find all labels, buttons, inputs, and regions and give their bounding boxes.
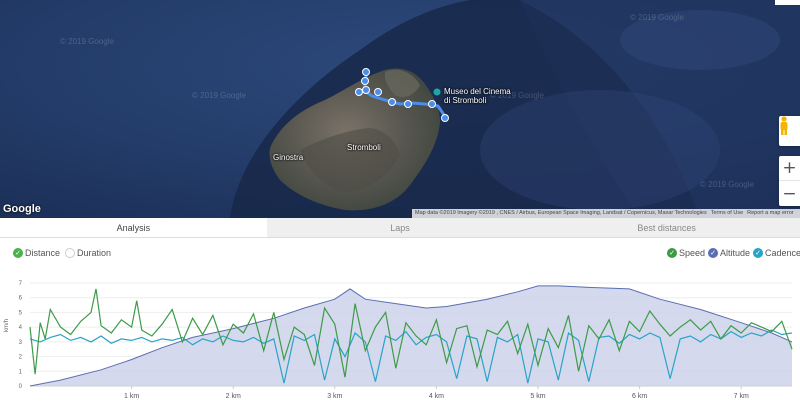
route-marker[interactable]: [361, 77, 369, 85]
y-tick-label: 7: [19, 281, 23, 287]
toggle-altitude-label: Altitude: [720, 248, 751, 258]
tab-analysis[interactable]: Analysis: [0, 218, 267, 237]
route-marker[interactable]: [404, 100, 412, 108]
activity-chart[interactable]: 0 1 2 3 4 5 6 7 1 km 2 km 3 km 4 km 5 km 6 km 7 km km…: [0, 270, 800, 413]
route-marker[interactable]: [362, 68, 370, 76]
route-marker[interactable]: [441, 114, 449, 122]
tab-laps[interactable]: Laps: [266, 218, 534, 237]
map-watermark: © 2019 Google: [700, 180, 754, 189]
x-axis-ticks: 1 km 2 km 3 km 4 km 5 km 6 km 7 km: [124, 386, 749, 400]
toggle-cadence[interactable]: ✓ Cadence: [753, 248, 800, 258]
google-logo: Google: [3, 203, 41, 215]
map-data-credit: Map data ©2019 Imagery ©2019 , CNES / Ai…: [415, 210, 707, 216]
toggle-distance-label: Distance: [25, 248, 61, 258]
toggle-distance[interactable]: ✓ Distance: [13, 248, 60, 258]
y-tick-label: 0: [19, 384, 23, 390]
route-marker[interactable]: [388, 98, 396, 106]
altitude-series: [29, 285, 793, 387]
pegman-icon: [780, 116, 788, 135]
analysis-tabs: Analysis Laps Best distances: [0, 218, 800, 238]
y-tick-label: 3: [19, 340, 23, 346]
route-track: [355, 68, 449, 122]
y-tick-label: 6: [19, 296, 23, 302]
unchecked-icon: [65, 248, 75, 258]
fullscreen-button[interactable]: [775, 0, 800, 5]
route-marker[interactable]: [374, 88, 382, 96]
y-tick-label: 1: [19, 369, 23, 375]
report-link[interactable]: Report a map error: [747, 209, 793, 218]
y-axis-ticks: 0 1 2 3 4 5 6 7: [19, 281, 23, 390]
museum-pin-icon[interactable]: [433, 88, 441, 96]
x-tick-label: 3 km: [327, 393, 342, 400]
x-tick-label: 1 km: [124, 393, 139, 400]
check-icon: ✓: [667, 248, 677, 258]
stromboli-label: Stromboli: [347, 143, 381, 152]
route-marker[interactable]: [362, 86, 370, 94]
y-tick-label: 2: [19, 355, 23, 361]
check-icon: ✓: [13, 248, 23, 258]
zoom-out-button[interactable]: −: [779, 181, 800, 206]
toggle-altitude[interactable]: ✓ Altitude: [708, 248, 750, 258]
toggle-speed-label: Speed: [679, 248, 706, 258]
check-icon: ✓: [708, 248, 718, 258]
app-root: © 2019 Google © 2019 Google © 2019 Googl…: [0, 0, 800, 413]
terms-link[interactable]: Terms of Use: [711, 209, 743, 218]
toggle-duration-label: Duration: [77, 248, 112, 258]
check-icon: ✓: [753, 248, 763, 258]
x-tick-label: 2 km: [226, 393, 241, 400]
zoom-in-button[interactable]: +: [779, 156, 800, 181]
route-marker[interactable]: [428, 100, 436, 108]
x-tick-label: 5 km: [530, 393, 545, 400]
map-attribution: Map data ©2019 Imagery ©2019 , CNES / Ai…: [412, 209, 800, 218]
x-tick-label: 4 km: [429, 393, 444, 400]
route-marker[interactable]: [355, 88, 363, 96]
ginostra-label: Ginostra: [273, 153, 304, 162]
museum-label[interactable]: Museo del Cinema di Stromboli: [444, 87, 511, 105]
x-tick-label: 6 km: [632, 393, 647, 400]
toggle-duration[interactable]: Duration: [65, 248, 111, 258]
altitude-area: [30, 285, 792, 386]
y-axis-label: km/h: [4, 319, 10, 332]
map-watermark: © 2019 Google: [630, 13, 684, 22]
tab-best-distances[interactable]: Best distances: [533, 218, 800, 237]
toggle-speed[interactable]: ✓ Speed: [667, 248, 705, 258]
map-watermark: © 2019 Google: [60, 37, 114, 46]
zoom-control: + −: [779, 156, 800, 206]
y-tick-label: 4: [19, 325, 23, 331]
toggle-cadence-label: Cadence: [765, 248, 800, 258]
satellite-map[interactable]: © 2019 Google © 2019 Google © 2019 Googl…: [0, 0, 800, 218]
x-tick-label: 7 km: [734, 393, 749, 400]
pegman-button[interactable]: [779, 116, 800, 146]
map-watermark: © 2019 Google: [192, 91, 246, 100]
y-tick-label: 5: [19, 310, 23, 316]
